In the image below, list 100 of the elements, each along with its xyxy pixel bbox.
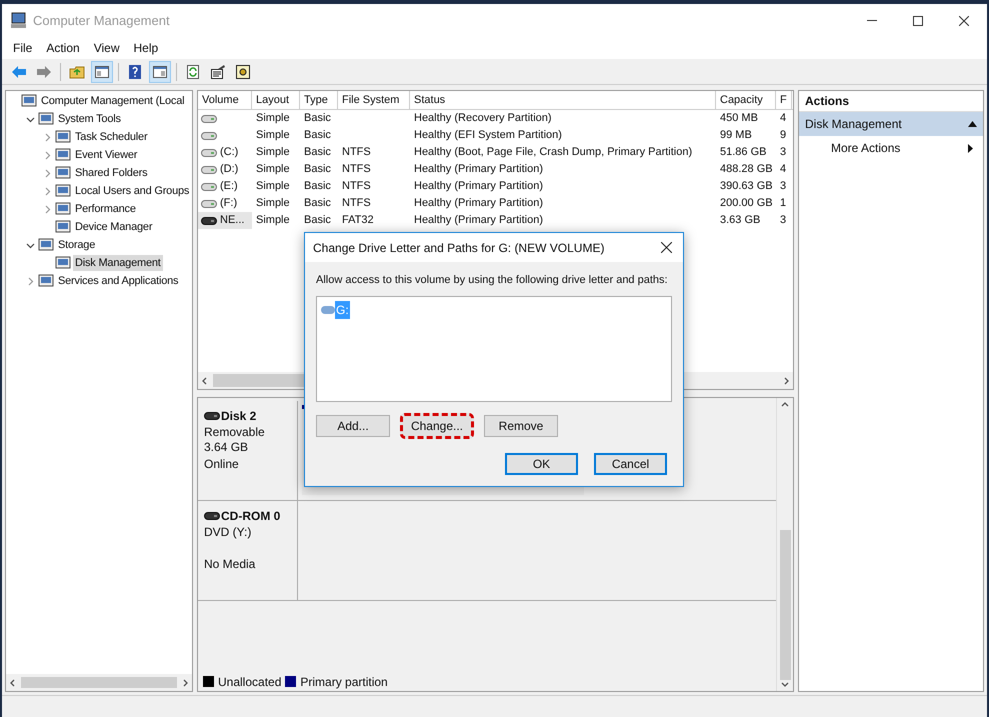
tree-item[interactable]: Services and Applications (56, 272, 180, 290)
drive-icon (321, 306, 335, 314)
disk-info: DVD (Y:) (204, 525, 252, 540)
menu-item[interactable]: File (6, 39, 40, 57)
action-item[interactable]: More Actions (799, 136, 983, 160)
table-cell: Healthy (Primary Partition) (414, 214, 543, 226)
close-icon (660, 242, 672, 253)
disk-status: No Media (204, 557, 256, 571)
table-cell: Simple (256, 180, 290, 192)
scroll-left-icon[interactable] (9, 678, 17, 686)
column-header[interactable]: Capacity (716, 91, 776, 109)
scroll-down-icon[interactable] (781, 680, 789, 688)
table-cell: Healthy (Primary Partition) (414, 197, 543, 210)
toolbar-button[interactable] (91, 60, 113, 82)
tree-item[interactable]: Computer Management (Local (39, 92, 186, 110)
help-icon (127, 64, 143, 80)
tree-item[interactable]: Performance (73, 200, 138, 218)
menu-item[interactable]: Help (126, 39, 166, 57)
tree-item[interactable]: Storage (56, 236, 98, 254)
table-cell: NTFS (342, 197, 371, 210)
minimize-icon (867, 20, 877, 21)
tree-item[interactable]: Task Scheduler (73, 128, 150, 146)
column-header[interactable]: Volume (198, 91, 252, 109)
table-cell: Basic (304, 129, 331, 142)
collapse-arrow-icon (968, 121, 977, 127)
node-icon (55, 255, 71, 271)
close-icon (959, 16, 969, 26)
table-cell[interactable]: (F:) (220, 195, 238, 212)
vertical-scrollbar[interactable] (776, 398, 793, 691)
tree-item[interactable]: Local Users and Groups (73, 182, 192, 200)
table-cell: Simple (256, 146, 290, 158)
drive-icon (204, 512, 220, 520)
dialog-button[interactable]: Remove (484, 414, 558, 436)
tree-item[interactable]: Device Manager (73, 218, 154, 236)
tree-item[interactable]: Disk Management (73, 254, 163, 272)
scroll-left-icon[interactable] (201, 376, 209, 384)
table-cell: Basic (304, 197, 331, 210)
menu-item[interactable]: View (86, 39, 126, 57)
cancel-button[interactable]: Cancel (594, 452, 667, 474)
table-cell: 450 MB (720, 112, 758, 124)
tree-item[interactable]: System Tools (56, 110, 123, 128)
column-header[interactable]: File System (338, 91, 410, 109)
tree-item[interactable]: Shared Folders (73, 164, 150, 182)
table-cell: Simple (256, 129, 290, 142)
disk-status: Online (204, 457, 239, 471)
chevron-down-icon[interactable] (26, 240, 34, 250)
table-cell: 3 (780, 146, 786, 158)
computer-icon (10, 12, 27, 29)
table-cell: 9 (780, 129, 786, 142)
tree-item[interactable]: Event Viewer (73, 146, 140, 164)
submenu-arrow-icon (968, 144, 973, 152)
table-cell: 3 (780, 214, 786, 226)
scroll-right-icon[interactable] (181, 678, 189, 686)
column-header[interactable]: Layout (252, 91, 300, 109)
properties-icon (210, 64, 226, 80)
table-cell: 3 (780, 180, 786, 192)
node-icon (21, 93, 37, 109)
legend-label: Unallocated (218, 674, 282, 690)
drive-icon (201, 148, 217, 156)
dialog-title: Change Drive Letter and Paths for G: (NEW VOLUME) (313, 240, 606, 256)
actions-section[interactable]: Disk Management (799, 112, 983, 136)
table-cell: NTFS (342, 163, 371, 176)
table-cell: Basic (304, 163, 331, 176)
table-cell: 390.63 GB (720, 180, 773, 192)
table-cell: Healthy (Primary Partition) (414, 180, 543, 192)
drive-icon (201, 200, 217, 208)
table-cell: NTFS (342, 180, 371, 192)
chevron-right-icon[interactable] (26, 276, 34, 286)
table-cell: 200.00 GB (720, 197, 773, 210)
disk-name: Disk 2 (221, 408, 256, 425)
drive-icon (201, 114, 217, 122)
ok-button[interactable]: OK (505, 452, 578, 474)
forward-arrow-icon (36, 64, 52, 80)
node-icon (55, 219, 71, 235)
dialog-button[interactable]: Add... (316, 414, 390, 436)
drive-icon (201, 182, 217, 190)
horizontal-scrollbar[interactable] (6, 674, 192, 691)
column-header[interactable]: Type (300, 91, 338, 109)
scroll-right-icon[interactable] (782, 376, 790, 384)
drive-icon (201, 166, 217, 174)
table-cell: 1 (780, 197, 786, 210)
dialog-button[interactable]: Change... (400, 412, 474, 438)
node-icon (38, 111, 54, 127)
table-cell: 4 (780, 163, 786, 176)
table-cell: Simple (256, 163, 290, 176)
table-cell: Healthy (Primary Partition) (414, 163, 543, 176)
toolbar-button[interactable] (149, 60, 171, 82)
table-cell[interactable]: (C:) (220, 144, 238, 161)
node-icon (55, 183, 71, 199)
legend-label: Primary partition (300, 674, 388, 690)
column-header[interactable]: F (776, 91, 792, 109)
table-cell: 4 (780, 112, 786, 124)
table-cell: 51.86 GB (720, 146, 766, 158)
scroll-up-icon[interactable] (781, 401, 789, 409)
menu-item[interactable]: Action (39, 39, 87, 57)
drive-icon (204, 412, 220, 420)
column-header[interactable]: Status (410, 91, 716, 109)
table-cell[interactable]: (D:) (220, 161, 238, 178)
table-cell[interactable]: (E:) (220, 178, 238, 195)
chevron-down-icon[interactable] (26, 114, 34, 124)
